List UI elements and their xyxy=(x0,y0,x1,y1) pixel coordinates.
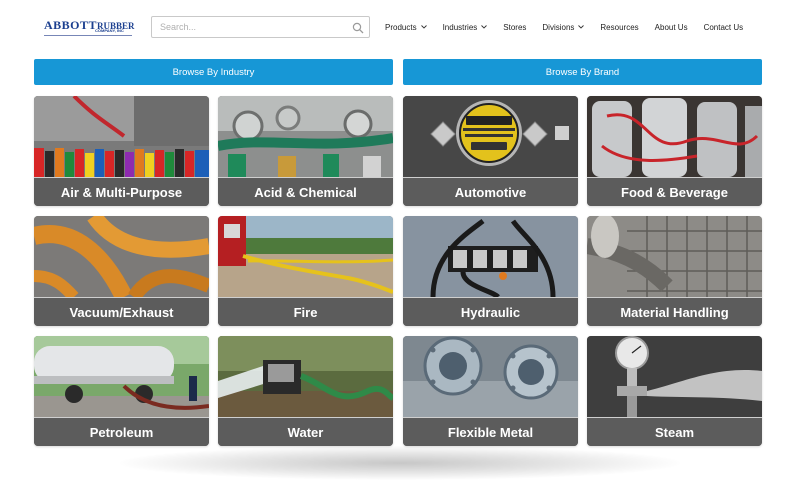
brewery-tanks-photo xyxy=(587,96,762,177)
nav-contact-us-label: Contact Us xyxy=(703,22,744,32)
industry-tile-vacuum-exhaust[interactable]: Vacuum/Exhaust xyxy=(34,216,209,326)
industry-tile-water[interactable]: Water xyxy=(218,336,393,446)
air-hoses-photo xyxy=(34,96,209,177)
industry-tile-petroleum[interactable]: Petroleum xyxy=(34,336,209,446)
main-nav: Products Industries Stores Divisions Res… xyxy=(385,20,743,34)
industry-tile-material-handling[interactable]: Material Handling xyxy=(587,216,762,326)
browse-by-industry-button[interactable]: Browse By Industry xyxy=(34,59,393,85)
nav-contact-us[interactable]: Contact Us xyxy=(704,23,744,32)
hydraulic-valves-photo xyxy=(403,216,578,297)
industry-tile-flexible-metal[interactable]: Flexible Metal xyxy=(403,336,578,446)
tile-label: Water xyxy=(218,417,393,446)
chevron-down-icon xyxy=(578,25,585,29)
nav-stores[interactable]: Stores xyxy=(503,23,526,32)
nav-products-label: Products xyxy=(385,22,417,32)
chevron-down-icon xyxy=(420,25,427,29)
water-pump-photo xyxy=(218,336,393,417)
tile-label: Fire xyxy=(218,297,393,326)
metal-flanges-photo xyxy=(403,336,578,417)
nav-resources-label: Resources xyxy=(600,22,639,32)
logo-tagline-graphic: ▬▬▬▬▬▬▬▬▬▬▬▬▬▬▬▬▬▬▬▬▬▬▬▬▬▬▬▬▬▬▬ xyxy=(44,33,132,37)
industry-tile-hydraulic[interactable]: Hydraulic xyxy=(403,216,578,326)
industry-tile-acid-chemical[interactable]: Acid & Chemical xyxy=(218,96,393,206)
browse-by-brand-button[interactable]: Browse By Brand xyxy=(403,59,762,85)
chevron-down-icon xyxy=(481,25,488,29)
nav-divisions[interactable]: Divisions xyxy=(542,22,585,32)
tile-label: Flexible Metal xyxy=(403,417,578,446)
tanker-truck-photo xyxy=(34,336,209,417)
search-icon[interactable] xyxy=(352,21,364,34)
tile-label: Automotive xyxy=(403,177,578,206)
industry-tile-automotive[interactable]: Automotive xyxy=(403,96,578,206)
nav-resources[interactable]: Resources xyxy=(600,23,638,32)
grid-drop-shadow xyxy=(120,446,680,480)
tile-label: Air & Multi-Purpose xyxy=(34,177,209,206)
chemical-hoses-photo xyxy=(218,96,393,177)
ducting-hoses-photo xyxy=(34,216,209,297)
industry-tile-fire[interactable]: Fire xyxy=(218,216,393,326)
nav-divisions-label: Divisions xyxy=(542,22,575,32)
steam-gauge-photo xyxy=(587,336,762,417)
concrete-hose-photo xyxy=(587,216,762,297)
nav-about-us-label: About Us xyxy=(654,22,688,32)
nav-industries-label: Industries xyxy=(442,22,478,32)
site-header: ABBOTTRUBBER COMPANY, INC ▬▬▬▬▬▬▬▬▬▬▬▬▬▬… xyxy=(0,0,800,54)
industry-tile-food-beverage[interactable]: Food & Beverage xyxy=(587,96,762,206)
tile-label: Material Handling xyxy=(587,297,762,326)
industry-tile-air-multi-purpose[interactable]: Air & Multi-Purpose xyxy=(34,96,209,206)
abbott-rubber-logo[interactable]: ABBOTTRUBBER COMPANY, INC ▬▬▬▬▬▬▬▬▬▬▬▬▬▬… xyxy=(44,18,135,40)
radiator-cap-photo xyxy=(403,96,578,177)
search-input[interactable] xyxy=(152,17,342,37)
nav-products[interactable]: Products xyxy=(385,23,427,32)
tile-label: Steam xyxy=(587,417,762,446)
tile-label: Hydraulic xyxy=(403,297,578,326)
industry-tile-steam[interactable]: Steam xyxy=(587,336,762,446)
nav-about-us[interactable]: About Us xyxy=(655,23,688,32)
nav-industries[interactable]: Industries xyxy=(443,23,488,32)
search-box xyxy=(151,16,370,38)
tile-label: Petroleum xyxy=(34,417,209,446)
nav-stores-label: Stores xyxy=(503,22,527,32)
tile-label: Vacuum/Exhaust xyxy=(34,297,209,326)
tile-label: Acid & Chemical xyxy=(218,177,393,206)
fire-hose-photo xyxy=(218,216,393,297)
tile-label: Food & Beverage xyxy=(587,177,762,206)
